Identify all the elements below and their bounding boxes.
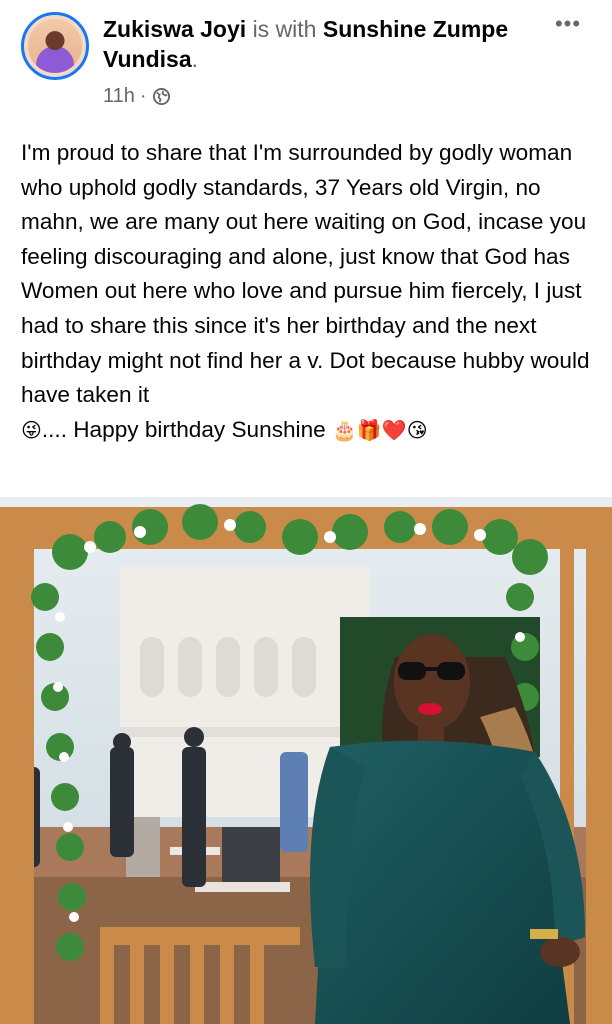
wink-emoji: 😜 bbox=[21, 417, 42, 442]
post-header: Zukiswa Joyi is with Sunshine Zumpe Vund… bbox=[0, 0, 612, 120]
author-avatar[interactable] bbox=[21, 12, 89, 80]
post-meta: 11h · bbox=[103, 84, 171, 108]
post-author-line: Zukiswa Joyi is with Sunshine Zumpe Vund… bbox=[103, 14, 533, 74]
post-body: I'm proud to share that I'm surrounded b… bbox=[21, 136, 596, 447]
end-emojis: 🎂🎁❤️😘 bbox=[332, 417, 428, 442]
post-photo[interactable] bbox=[0, 497, 612, 1024]
globe-icon[interactable] bbox=[152, 87, 171, 106]
author-name[interactable]: Zukiswa Joyi bbox=[103, 16, 246, 42]
post-body-text: I'm proud to share that I'm surrounded b… bbox=[21, 140, 590, 408]
more-options-button[interactable]: ••• bbox=[548, 10, 588, 38]
photo-illustration bbox=[0, 497, 612, 1024]
post-body-tail: .... Happy birthday Sunshine bbox=[41, 416, 326, 442]
period: . bbox=[191, 46, 198, 72]
with-text: is with bbox=[252, 16, 317, 42]
post-time[interactable]: 11h bbox=[103, 85, 135, 108]
meta-separator: · bbox=[139, 84, 147, 107]
